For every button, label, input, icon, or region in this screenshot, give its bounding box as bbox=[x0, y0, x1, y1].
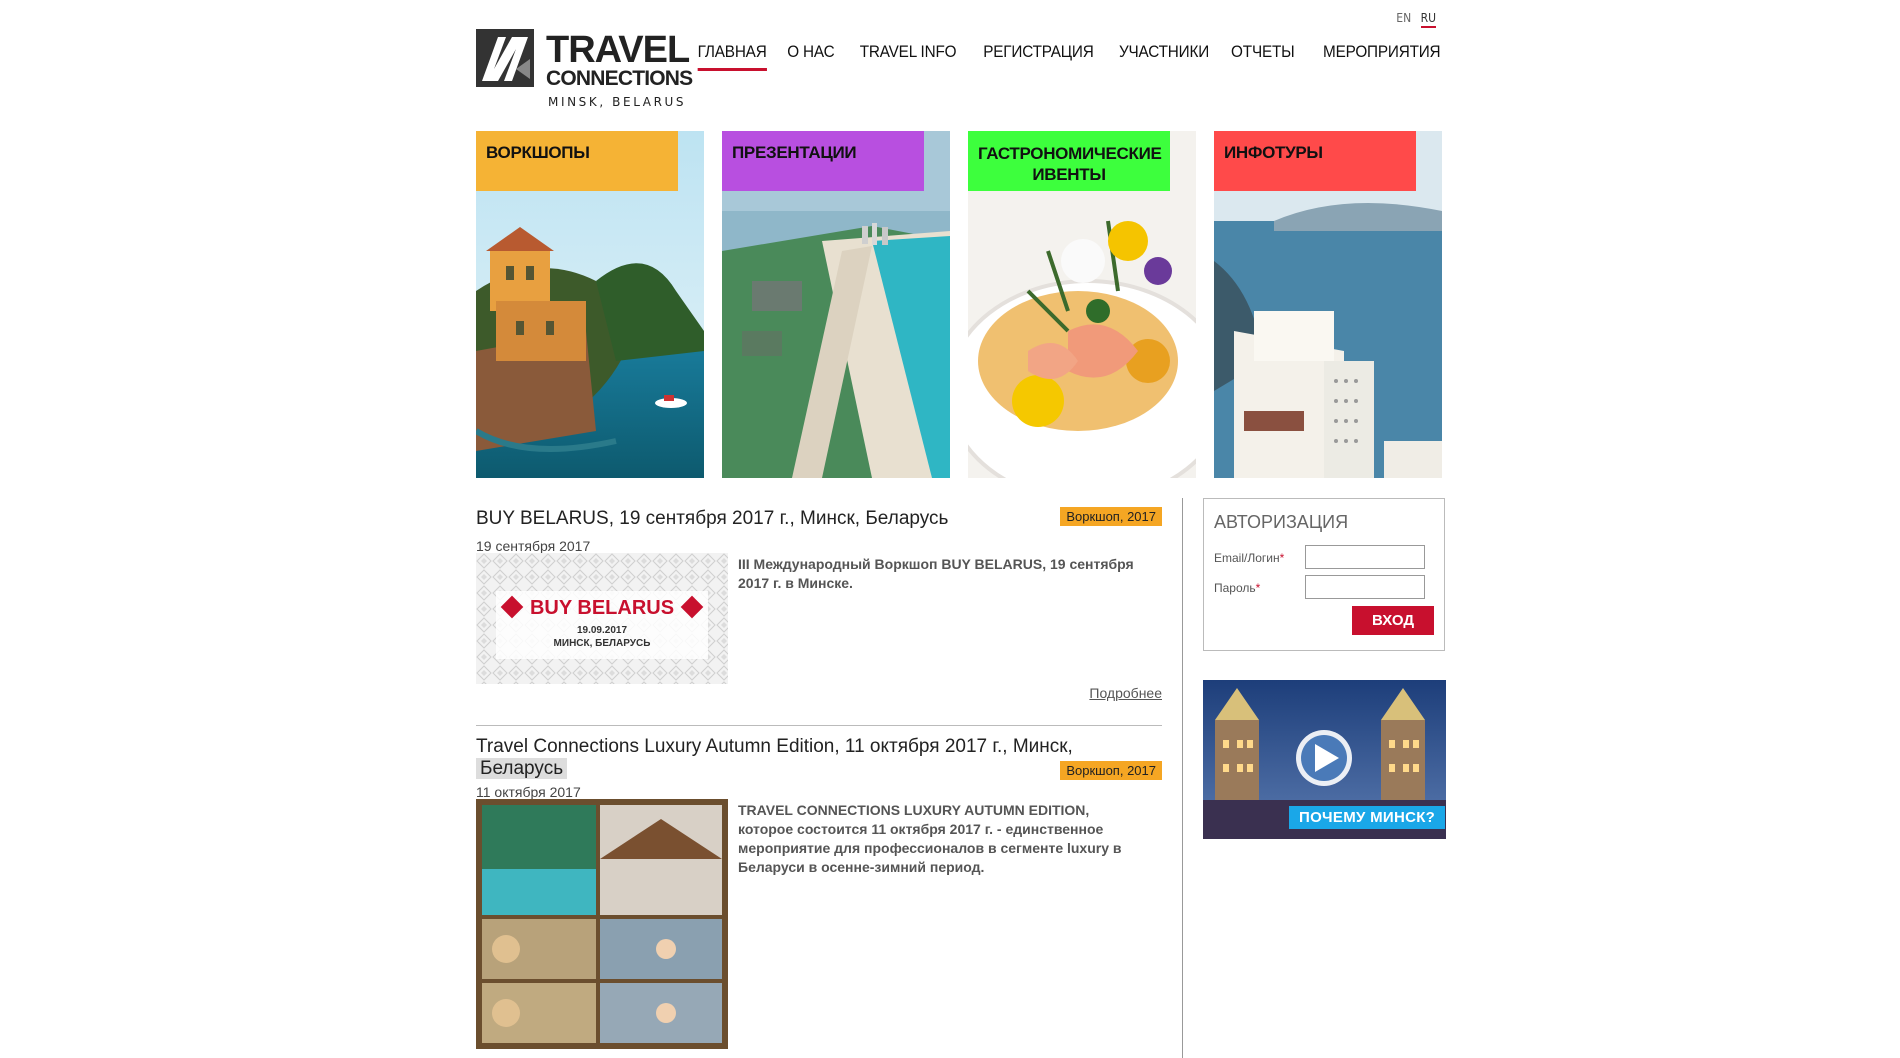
nav-participants[interactable]: УЧАСТНИКИ bbox=[1119, 42, 1209, 71]
lang-en[interactable]: EN bbox=[1396, 11, 1411, 25]
news-excerpt: III Международный Воркшоп BUY BELARUS, 1… bbox=[738, 556, 1134, 591]
required-mark: * bbox=[1279, 551, 1285, 565]
sidebar-divider bbox=[1182, 498, 1183, 1058]
email-label-text: Email/Логин bbox=[1214, 551, 1280, 565]
buy-belarus-banner[interactable]: BUY BELARUS 19.09.2017 МИНСК, БЕЛАРУСЬ bbox=[476, 553, 728, 684]
news-title-highlight: Беларусь bbox=[476, 758, 568, 779]
logo-location: MINSK, BELARUS bbox=[548, 95, 686, 109]
buy-belarus-image: BUY BELARUS 19.09.2017 МИНСК, БЕЛАРУСЬ bbox=[476, 553, 728, 684]
news-title-text: Travel Connections Luxury Autumn Edition… bbox=[476, 736, 1073, 757]
news-list: BUY BELARUS, 19 сентября 2017 г., Минск,… bbox=[476, 498, 1162, 1049]
nav-home[interactable]: ГЛАВНАЯ bbox=[697, 42, 767, 71]
tile-presentations[interactable]: ПРЕЗЕНТАЦИИ bbox=[722, 131, 950, 478]
login-button[interactable]: ВХОД bbox=[1352, 606, 1434, 635]
password-label-text: Пароль bbox=[1214, 581, 1256, 595]
tile-workshops[interactable]: ВОРКШОПЫ bbox=[476, 131, 704, 478]
news-excerpt: TRAVEL CONNECTIONS LUXURY AUTUMN EDITION… bbox=[738, 802, 1122, 875]
luxury-collage[interactable] bbox=[476, 799, 728, 1049]
news-category-badge: Воркшоп, 2017 bbox=[1060, 507, 1162, 526]
lang-ru[interactable]: RU bbox=[1420, 11, 1436, 28]
nav-travel-info[interactable]: TRAVEL INFO bbox=[860, 42, 957, 71]
tile-presentations-label: ПРЕЗЕНТАЦИИ bbox=[722, 131, 924, 191]
language-switch: EN RU bbox=[1390, 11, 1436, 28]
why-minsk-caption: ПОЧЕМУ МИНСК? bbox=[1289, 806, 1446, 829]
auth-form: АВТОРИЗАЦИЯ Email/Логин* Пароль* ВХОД bbox=[1203, 498, 1445, 651]
banner-headline: BUY BELARUS bbox=[530, 597, 674, 619]
banner-date: 19.09.2017 bbox=[577, 625, 627, 636]
email-label: Email/Логин* bbox=[1214, 551, 1284, 565]
logo-line2: CONNECTIONS bbox=[546, 67, 693, 90]
news-title[interactable]: BUY BELARUS, 19 сентября 2017 г., Минск,… bbox=[476, 508, 948, 530]
nav-about[interactable]: О НАС bbox=[787, 42, 834, 71]
auth-title: АВТОРИЗАЦИЯ bbox=[1214, 512, 1349, 532]
why-minsk-video[interactable]: ПОЧЕМУ МИНСК? bbox=[1203, 680, 1446, 839]
tile-gastronomy-label: ГАСТРОНОМИЧЕСКИЕ ИВЕНТЫ bbox=[968, 131, 1170, 191]
password-label: Пароль* bbox=[1214, 581, 1260, 595]
main-nav: ГЛАВНАЯ О НАС TRAVEL INFO РЕГИСТРАЦИЯ УЧ… bbox=[675, 42, 1440, 71]
required-mark: * bbox=[1255, 581, 1261, 595]
logo-line1: TRAVEL bbox=[546, 29, 690, 71]
news-category-badge: Воркшоп, 2017 bbox=[1060, 761, 1162, 780]
luxury-collage-image bbox=[476, 799, 728, 1049]
tile-infotours[interactable]: ИНФОТУРЫ bbox=[1214, 131, 1442, 478]
tile-infotours-label: ИНФОТУРЫ bbox=[1214, 131, 1416, 191]
news-date: 19 сентября 2017 bbox=[476, 538, 591, 554]
tile-gastronomy[interactable]: ГАСТРОНОМИЧЕСКИЕ ИВЕНТЫ bbox=[968, 131, 1196, 478]
news-date: 11 октября 2017 bbox=[476, 784, 581, 800]
news-item: Travel Connections Luxury Autumn Edition… bbox=[476, 736, 1162, 1056]
news-item: BUY BELARUS, 19 сентября 2017 г., Минск,… bbox=[476, 498, 1162, 718]
category-tiles: ВОРКШОПЫ ПРЕЗЕНТАЦИИ ГАСТРОНОМИЧЕСКИЕ ИВ… bbox=[476, 131, 1444, 478]
news-divider bbox=[476, 725, 1162, 726]
tile-workshops-label: ВОРКШОПЫ bbox=[476, 131, 678, 191]
nav-events[interactable]: МЕРОПРИЯТИЯ bbox=[1323, 42, 1441, 71]
nav-reports[interactable]: ОТЧЕТЫ bbox=[1231, 42, 1295, 71]
read-more-link[interactable]: Подробнее bbox=[1089, 685, 1162, 701]
password-input[interactable] bbox=[1305, 575, 1425, 599]
page-wrapper: EN RU TRAVEL CONNECTIONS MINSK, BELARUS … bbox=[476, 0, 1446, 1058]
news-title[interactable]: Travel Connections Luxury Autumn Edition… bbox=[476, 736, 1162, 780]
banner-place: МИНСК, БЕЛАРУСЬ bbox=[554, 638, 651, 649]
play-icon bbox=[1296, 730, 1352, 786]
nav-registration[interactable]: РЕГИСТРАЦИЯ bbox=[984, 42, 1095, 71]
email-input[interactable] bbox=[1305, 545, 1425, 569]
